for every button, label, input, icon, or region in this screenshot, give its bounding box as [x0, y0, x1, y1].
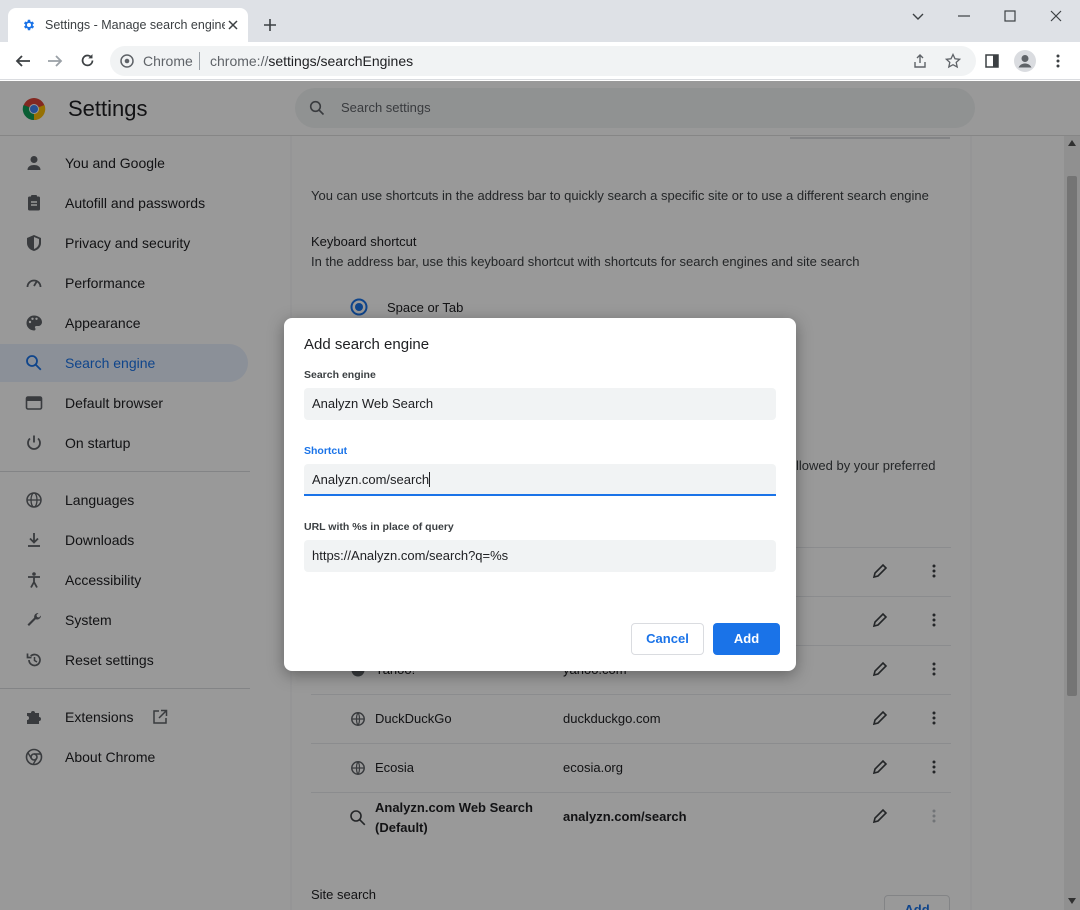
- omnibox-url[interactable]: chrome://settings/searchEngines: [210, 53, 413, 69]
- omnibox-separator: [199, 52, 200, 70]
- shortcut-field[interactable]: Analyzn.com/search: [304, 464, 776, 496]
- add-button[interactable]: Add: [713, 623, 780, 655]
- cancel-button[interactable]: Cancel: [631, 623, 704, 655]
- url-label: URL with %s in place of query: [304, 521, 454, 533]
- profile-avatar-icon[interactable]: [1014, 50, 1036, 72]
- search-engine-label: Search engine: [304, 369, 376, 381]
- gear-icon: [22, 18, 36, 32]
- add-search-engine-dialog: Add search engine Search engine Analyzn …: [284, 318, 796, 671]
- dialog-title: Add search engine: [304, 336, 430, 353]
- text-cursor: [429, 472, 431, 488]
- forward-icon[interactable]: [46, 53, 64, 69]
- omnibox-url-path: settings/searchEngines: [268, 53, 414, 69]
- reload-icon[interactable]: [79, 52, 96, 69]
- new-tab-icon[interactable]: [262, 17, 278, 33]
- menu-kebab-icon[interactable]: [1050, 53, 1066, 69]
- search-engine-field[interactable]: Analyzn Web Search: [304, 388, 776, 420]
- side-panel-icon[interactable]: [984, 53, 1000, 69]
- tab-search-chevron-icon[interactable]: [910, 8, 926, 24]
- minimize-icon[interactable]: [956, 8, 972, 24]
- close-window-icon[interactable]: [1048, 8, 1064, 24]
- tab-close-icon[interactable]: [226, 18, 240, 32]
- omnibox-url-scheme: chrome://: [210, 53, 269, 69]
- bookmark-star-icon[interactable]: [945, 53, 961, 69]
- browser-tab[interactable]: Settings - Manage search engine: [8, 8, 248, 42]
- maximize-icon[interactable]: [1002, 8, 1018, 24]
- share-icon[interactable]: [912, 53, 928, 69]
- shortcut-value: Analyzn.com/search: [312, 472, 430, 487]
- back-icon[interactable]: [14, 53, 32, 69]
- chrome-icon: [120, 54, 134, 68]
- tab-title: Settings - Manage search engine: [45, 18, 225, 32]
- shortcut-label: Shortcut: [304, 445, 348, 457]
- address-bar[interactable]: Chrome chrome://settings/searchEngines: [110, 46, 976, 76]
- omnibox-site-chip: Chrome: [143, 53, 193, 69]
- url-field[interactable]: https://Analyzn.com/search?q=%s: [304, 540, 776, 572]
